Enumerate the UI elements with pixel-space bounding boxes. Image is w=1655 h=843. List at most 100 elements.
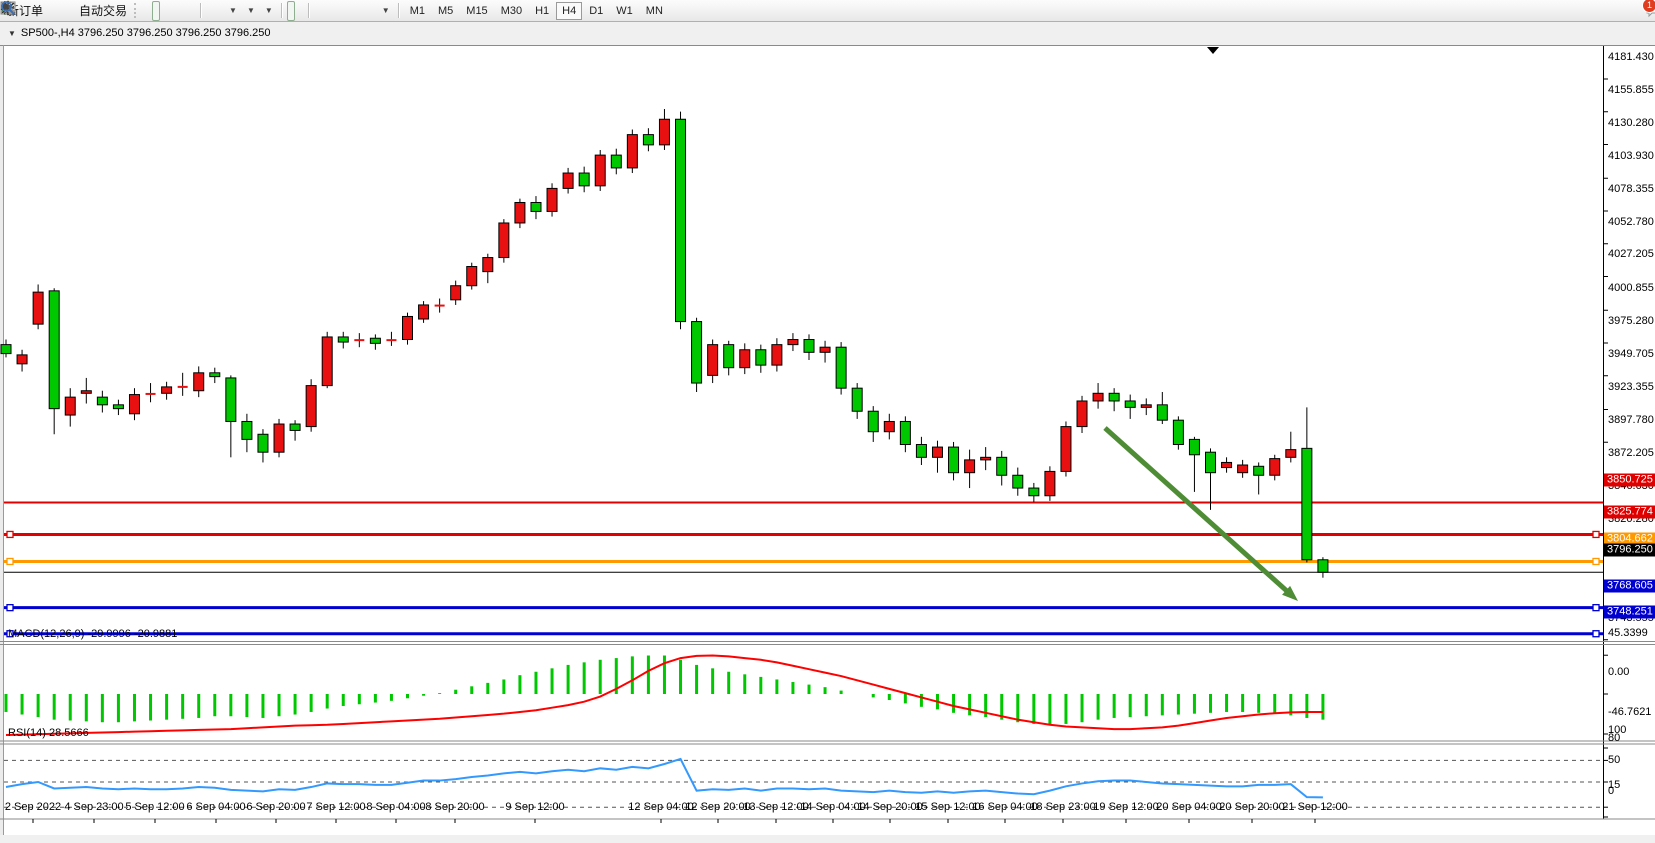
price-tick-label: 3949.705 — [1608, 348, 1654, 360]
rsi-tick-label: 50 — [1608, 754, 1620, 766]
trendline-button[interactable] — [332, 1, 340, 21]
macd-pane — [6, 656, 1323, 736]
vertical-line-button[interactable] — [314, 1, 322, 21]
periods-button[interactable]: ▼ — [242, 1, 259, 21]
tab-timeframe-M15[interactable]: M15 — [460, 2, 493, 20]
chevron-down-icon: ▼ — [265, 6, 273, 15]
price-line-label[interactable]: 3768.605 — [1604, 579, 1655, 592]
chart-line-button[interactable] — [161, 1, 169, 21]
new-order-button[interactable]: 新订单 — [3, 1, 47, 21]
time-axis-label: 7 Sep 12:00 — [306, 801, 365, 813]
tab-timeframe-M30[interactable]: M30 — [495, 2, 528, 20]
equidistant-channel-button[interactable]: E — [341, 1, 349, 21]
chart-candlestick-button[interactable] — [152, 1, 160, 21]
notification-badge: 1 — [1642, 0, 1655, 13]
macd-indicator-label: MACD(12,26,9) -29.9996 -20.9881 — [8, 628, 177, 640]
price-tick-label: 3923.355 — [1608, 381, 1654, 393]
current-price-label: 3796.250 — [1604, 544, 1655, 557]
time-axis-label: 12 Sep 04:00 — [628, 801, 693, 813]
timeframe-group: M1M5M15M30H1H4D1W1MN — [404, 2, 669, 20]
price-lines[interactable] — [4, 502, 1603, 636]
template-button[interactable]: ▼ — [260, 1, 277, 21]
rsi-indicator-label: RSI(14) 28.5666 — [8, 727, 89, 739]
time-axis-label: 19 Sep 12:00 — [1093, 801, 1158, 813]
axis-ticks — [33, 79, 1608, 823]
chart-title-bar[interactable]: ▼ SP500-,H4 3796.250 3796.250 3796.250 3… — [8, 27, 270, 39]
toolbar-separator — [308, 3, 310, 18]
chart-shift-marker[interactable] — [1207, 47, 1219, 54]
auto-scroll-button[interactable] — [206, 1, 214, 21]
time-axis-label: 13 Sep 12:00 — [743, 801, 808, 813]
chart-title: SP500-,H4 3796.250 3796.250 3796.250 379… — [21, 27, 271, 39]
annotation-arrowhead — [1282, 586, 1298, 601]
tab-timeframe-H1[interactable]: H1 — [529, 2, 555, 20]
main-toolbar: 新订单 a 自动交易 ▼ ▼ — [0, 0, 1655, 22]
toolbar-separator — [281, 3, 283, 18]
rsi-tick-label: 0 — [1608, 785, 1614, 797]
toolbar-grip — [134, 3, 140, 18]
mql5-diamond-button[interactable] — [48, 1, 56, 21]
arrows-button[interactable]: ▼ — [377, 1, 394, 21]
price-tick-label: 4078.355 — [1608, 183, 1654, 195]
price-tick-label: 4000.855 — [1608, 282, 1654, 294]
chart-shift-button[interactable] — [215, 1, 223, 21]
macd-tick-label: -46.7621 — [1608, 706, 1651, 718]
time-axis-label: 18 Sep 23:00 — [1030, 801, 1095, 813]
macd-tick-label: 0.00 — [1608, 666, 1629, 678]
tab-timeframe-M1[interactable]: M1 — [404, 2, 431, 20]
price-tick-label: 4027.205 — [1608, 248, 1654, 260]
chevron-down-icon: ▼ — [229, 6, 237, 15]
time-axis-label: 20 Sep 04:00 — [1156, 801, 1221, 813]
toolbar-separator — [200, 3, 202, 18]
time-axis-label: 9 Sep 12:00 — [505, 801, 564, 813]
time-axis-label: 15 Sep 12:00 — [915, 801, 980, 813]
autotrade-button[interactable]: a 自动交易 — [75, 1, 131, 21]
time-axis-label: 8 Sep 04:00 — [366, 801, 425, 813]
tab-timeframe-MN[interactable]: MN — [640, 2, 669, 20]
chart-window[interactable] — [0, 22, 1655, 821]
tile-windows-button[interactable] — [188, 1, 196, 21]
price-tick-label: 3975.280 — [1608, 315, 1654, 327]
price-tick-label: 4052.780 — [1608, 216, 1654, 228]
annotation-arrow[interactable] — [1105, 428, 1291, 594]
time-axis-label: 4 Sep 23:00 — [64, 801, 123, 813]
tab-timeframe-W1[interactable]: W1 — [610, 2, 639, 20]
price-tick-label: 4155.855 — [1608, 84, 1654, 96]
candlestick-series — [1, 109, 1328, 578]
price-tick-label: 3872.205 — [1608, 447, 1654, 459]
time-axis-label: 6 Sep 04:00 — [186, 801, 245, 813]
text-button[interactable]: A — [359, 1, 367, 21]
signals-button[interactable] — [66, 1, 74, 21]
time-axis-label: 5 Sep 12:00 — [125, 801, 184, 813]
tab-timeframe-M5[interactable]: M5 — [432, 2, 459, 20]
macd-tick-label: 45.3399 — [1608, 627, 1648, 639]
price-line-label[interactable]: 3850.725 — [1604, 474, 1655, 487]
zoom-in-button[interactable] — [170, 1, 178, 21]
new-order-label: 新订单 — [7, 2, 43, 19]
time-axis-label: 6 Sep 20:00 — [246, 801, 305, 813]
price-line-label[interactable]: 3825.774 — [1604, 506, 1655, 519]
tab-timeframe-D1[interactable]: D1 — [583, 2, 609, 20]
time-axis-label: 2 Sep 2022 — [5, 801, 61, 813]
fibonacci-button[interactable]: F — [350, 1, 358, 21]
cursor-button[interactable] — [287, 1, 295, 21]
tab-timeframe-H4[interactable]: H4 — [556, 2, 582, 20]
community-button[interactable] — [57, 1, 65, 21]
price-tick-label: 4130.280 — [1608, 117, 1654, 129]
chevron-down-icon: ▼ — [8, 29, 16, 38]
crosshair-button[interactable] — [296, 1, 304, 21]
price-line-label[interactable]: 3748.251 — [1604, 605, 1655, 618]
time-axis-label: 16 Sep 04:00 — [972, 801, 1037, 813]
chevron-down-icon: ▼ — [382, 6, 390, 15]
price-tick-label: 3897.780 — [1608, 414, 1654, 426]
add-indicator-button[interactable]: ▼ — [224, 1, 241, 21]
time-axis-label: 14 Sep 04:00 — [800, 801, 865, 813]
zoom-out-button[interactable] — [179, 1, 187, 21]
text-label-button[interactable]: T — [368, 1, 376, 21]
chat-button[interactable]: 1 — [1644, 1, 1652, 21]
time-axis-label: 20 Sep 20:00 — [1219, 801, 1284, 813]
rsi-tick-label: 80 — [1608, 732, 1620, 744]
chevron-down-icon: ▼ — [247, 6, 255, 15]
horizontal-line-button[interactable] — [323, 1, 331, 21]
chart-bars-button[interactable] — [143, 1, 151, 21]
